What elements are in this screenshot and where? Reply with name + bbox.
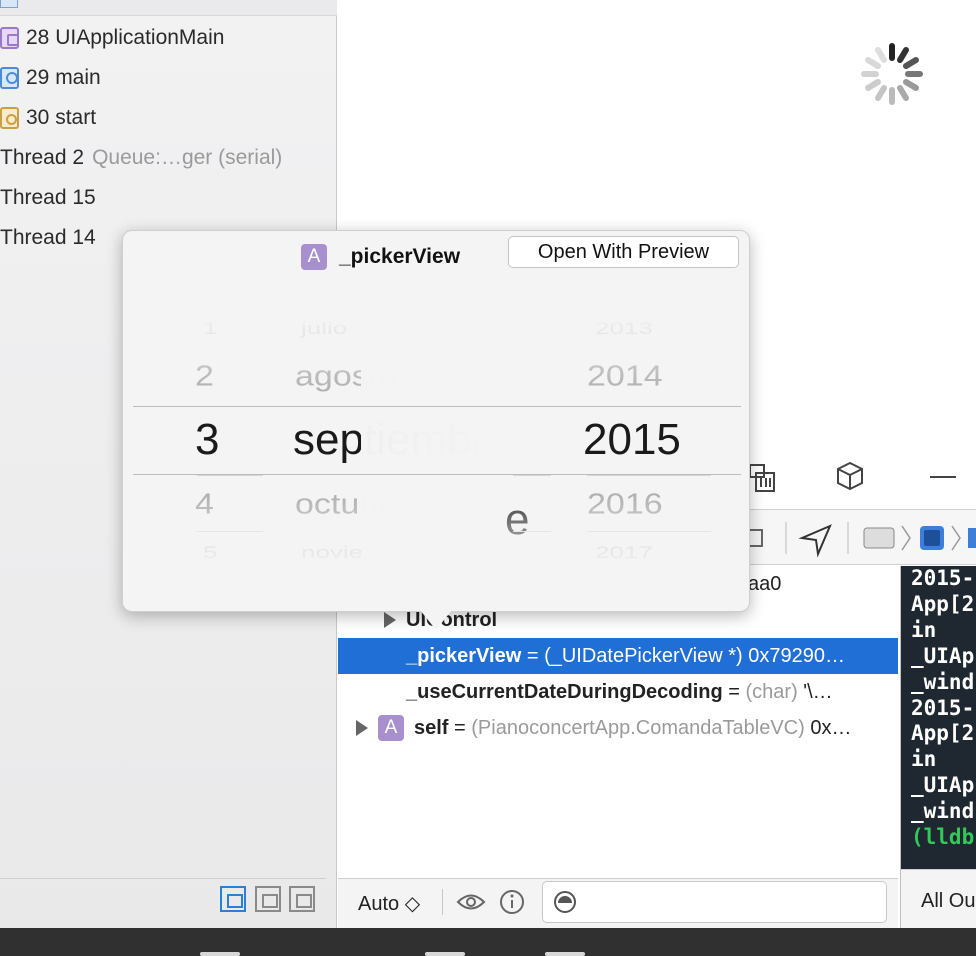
gear-icon — [0, 107, 19, 129]
quick-look-eye-icon[interactable] — [456, 891, 486, 913]
console-output[interactable]: 2015- App[2 in _UIAp _wind 2015- App[2 i… — [900, 566, 976, 869]
popover-title: A _pickerView — [301, 243, 460, 271]
picker-item: 2013 — [595, 318, 653, 338]
frame-icon — [0, 0, 18, 8]
console-line: App[2 — [911, 591, 975, 616]
var-equals: = — [521, 644, 545, 667]
info-icon[interactable] — [499, 889, 525, 915]
popover-arrow — [420, 610, 452, 630]
open-with-preview-button[interactable]: Open With Preview — [508, 236, 739, 268]
stack-frame-icon — [968, 528, 976, 548]
thread-queue: Queue:…ger (serial) — [92, 146, 283, 169]
var-name: _useCurrentDateDuringDecoding — [406, 680, 723, 703]
scope-popup[interactable]: Auto ◇ — [358, 891, 420, 916]
memory-graph-icon — [749, 464, 775, 492]
picker-item: 2017 — [595, 542, 653, 562]
location-arrow-icon — [798, 524, 832, 558]
console-line: in — [911, 617, 937, 642]
thread-row-2[interactable]: Thread 2 Queue:…ger (serial) — [0, 138, 337, 178]
console-line: in — [911, 747, 937, 772]
picker-item: 2016 — [587, 487, 663, 521]
console-line: _UIAp — [911, 643, 975, 668]
console-line: 2015- — [911, 566, 975, 590]
var-row-self[interactable]: A self = (PianoconcertApp.ComandaTableVC… — [338, 710, 898, 746]
variable-badge-icon: A — [378, 715, 404, 741]
view-ui-hierarchy-icon[interactable] — [289, 886, 315, 912]
console-footer: All Ou — [900, 869, 976, 928]
var-equals: = — [722, 680, 746, 703]
var-value: '\… — [797, 680, 833, 703]
console-line: _wind — [911, 799, 975, 824]
var-type: (PianoconcertApp.ComandaTableVC) — [471, 716, 805, 739]
picker-item: 2014 — [587, 359, 663, 393]
variables-footer: Auto ◇ — [338, 878, 898, 928]
device-icon — [747, 529, 763, 547]
debug-jump-bar — [738, 509, 976, 565]
var-type: (_UIDatePickerView *) — [544, 644, 743, 667]
dock-item — [545, 952, 585, 956]
frame-icon — [0, 27, 19, 49]
navigator-footer-divider — [0, 878, 326, 879]
cube-3d-icon — [837, 461, 863, 491]
console-output-filter[interactable]: All Ou — [921, 890, 975, 913]
date-picker-preview: 1 2 3 4 5 julio agosto septiembre octubr… — [133, 311, 741, 573]
var-row-usecurrentdate[interactable]: _useCurrentDateDuringDecoding = (char) '… — [338, 674, 898, 710]
picker-selection-band — [133, 406, 741, 475]
frame-label: 29 main — [26, 66, 101, 89]
app-icon — [863, 527, 895, 549]
dock-strip — [0, 928, 976, 956]
frame-row-uiapplicationmain[interactable]: 28 UIApplicationMain — [0, 18, 337, 58]
frame-row-partial[interactable] — [0, 0, 337, 16]
filter-icon — [554, 891, 576, 913]
view-process-by-queue-icon[interactable] — [255, 886, 281, 912]
user-code-icon — [0, 67, 19, 89]
console-line: _UIAp — [911, 773, 975, 798]
picker-item: 5 — [203, 542, 218, 562]
var-type: (char) — [745, 680, 798, 703]
thread-row-15[interactable]: Thread 15 — [0, 178, 337, 218]
var-row-pickerview[interactable]: _pickerView = (_UIDatePickerView *) 0x79… — [338, 638, 898, 674]
console-line: _wind — [911, 669, 975, 694]
picker-item: 4 — [195, 487, 214, 521]
frame-label: 30 start — [26, 106, 97, 129]
console-line: 2015- — [911, 695, 975, 720]
thread-label: Thread 2 — [0, 146, 85, 169]
activity-spinner-icon — [861, 43, 923, 105]
var-equals: = — [448, 716, 472, 739]
quick-look-popover: A _pickerView Open With Preview 1 2 3 4 … — [122, 230, 750, 612]
console-line: App[2 — [911, 721, 975, 746]
var-name: _pickerView — [406, 644, 522, 667]
thread-label: Thread 14 — [0, 226, 96, 249]
var-value: 0x… — [804, 716, 852, 739]
frame-row-start[interactable]: 30 start — [0, 98, 337, 138]
thread-label: Thread 15 — [0, 186, 96, 209]
dock-item — [200, 952, 240, 956]
picker-item: 1 — [203, 318, 218, 338]
dock-item — [425, 952, 465, 956]
variable-badge-icon: A — [301, 244, 327, 270]
lldb-prompt: (lldb — [911, 825, 975, 850]
frame-row-main[interactable]: 29 main — [0, 58, 337, 98]
var-value: 0x79290… — [742, 644, 845, 667]
frame-label: 28 UIApplicationMain — [26, 26, 225, 49]
debug-area-icons — [749, 461, 956, 492]
disclosure-triangle-icon[interactable] — [384, 612, 396, 628]
filter-field[interactable] — [542, 881, 887, 923]
var-value: aa0 — [748, 572, 782, 595]
picker-item: 2 — [195, 359, 214, 393]
disclosure-triangle-icon[interactable] — [356, 720, 368, 736]
popover-title-text: _pickerView — [339, 245, 461, 268]
var-name: self — [414, 716, 449, 739]
view-process-by-thread-icon[interactable] — [220, 886, 246, 912]
